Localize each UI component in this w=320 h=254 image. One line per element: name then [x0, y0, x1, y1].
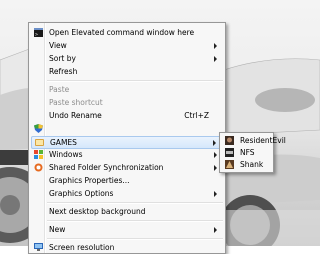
sync-icon: [34, 163, 43, 172]
submenu-arrow-icon: [214, 227, 217, 233]
submenu-arrow-icon: [213, 140, 216, 146]
menu-item-undo-rename[interactable]: Undo Rename Ctrl+Z: [31, 110, 223, 121]
submenu-item-label: NFS: [240, 148, 255, 157]
residentevil-game-icon: [225, 136, 234, 145]
menu-item-uac-shield[interactable]: [31, 123, 223, 134]
nfs-game-icon: [225, 148, 234, 157]
svg-text:>_: >_: [35, 32, 42, 37]
submenu-arrow-icon: [214, 152, 217, 158]
menu-item-next-desktop-background[interactable]: Next desktop background: [31, 206, 223, 217]
games-icon: [35, 139, 44, 146]
shank-game-icon: [225, 160, 234, 169]
submenu-arrow-icon: [214, 191, 217, 197]
submenu-item-residentevil[interactable]: ResidentEvil: [222, 135, 286, 146]
submenu-arrow-icon: [214, 56, 217, 62]
menu-separator: [47, 220, 223, 222]
menu-item-paste[interactable]: Paste: [31, 84, 223, 95]
submenu-item-nfs[interactable]: NFS: [222, 147, 271, 158]
menu-separator: [47, 80, 223, 82]
menu-item-refresh[interactable]: Refresh: [31, 66, 223, 77]
menu-item-label: Graphics Options: [49, 189, 114, 198]
menu-item-shared-folder-sync[interactable]: Shared Folder Synchronization: [31, 162, 223, 173]
menu-item-label: Paste shortcut: [49, 98, 103, 107]
menu-item-label: New: [49, 225, 66, 234]
uac-shield-icon: [34, 124, 43, 133]
menu-item-label: Shared Folder Synchronization: [49, 163, 164, 172]
menu-item-open-elevated-cmd[interactable]: >_ Open Elevated command window here: [31, 27, 223, 38]
menu-item-new[interactable]: New: [31, 224, 223, 235]
display-icon: [34, 243, 43, 251]
menu-item-graphics-properties[interactable]: Graphics Properties...: [31, 175, 223, 186]
menu-item-label: Graphics Properties...: [49, 176, 130, 185]
games-submenu: ResidentEvil NFS Shank: [219, 132, 286, 173]
command-prompt-icon: >_: [34, 28, 43, 37]
menu-item-label: Windows: [49, 150, 83, 159]
menu-item-graphics-options[interactable]: Graphics Options: [31, 188, 223, 199]
desktop-context-menu: >_ Open Elevated command window here Vie…: [28, 22, 226, 254]
menu-separator: [47, 238, 223, 240]
submenu-item-label: Shank: [240, 160, 264, 169]
menu-item-view[interactable]: View: [31, 40, 223, 51]
menu-item-label: View: [49, 41, 67, 50]
menu-item-label: GAMES: [50, 138, 77, 147]
menu-item-screen-resolution[interactable]: Screen resolution: [31, 242, 223, 253]
submenu-item-shank[interactable]: Shank: [222, 159, 271, 170]
menu-item-label: Screen resolution: [49, 243, 115, 252]
menu-item-games[interactable]: GAMES: [31, 136, 223, 149]
menu-separator: [47, 202, 223, 204]
menu-item-label: Open Elevated command window here: [49, 28, 195, 37]
submenu-arrow-icon: [214, 43, 217, 49]
submenu-arrow-icon: [214, 165, 217, 171]
menu-item-label: Undo Rename: [49, 111, 102, 120]
submenu-item-label: ResidentEvil: [240, 136, 286, 145]
menu-item-shortcut: Ctrl+Z: [184, 111, 209, 120]
menu-item-label: Refresh: [49, 67, 78, 76]
menu-item-label: Next desktop background: [49, 207, 146, 216]
menu-item-label: Paste: [49, 85, 70, 94]
menu-item-paste-shortcut[interactable]: Paste shortcut: [31, 97, 223, 108]
menu-item-sort-by[interactable]: Sort by: [31, 53, 223, 64]
menu-item-windows[interactable]: Windows: [31, 149, 223, 160]
windows-flag-icon: [34, 150, 43, 159]
menu-item-label: Sort by: [49, 54, 76, 63]
